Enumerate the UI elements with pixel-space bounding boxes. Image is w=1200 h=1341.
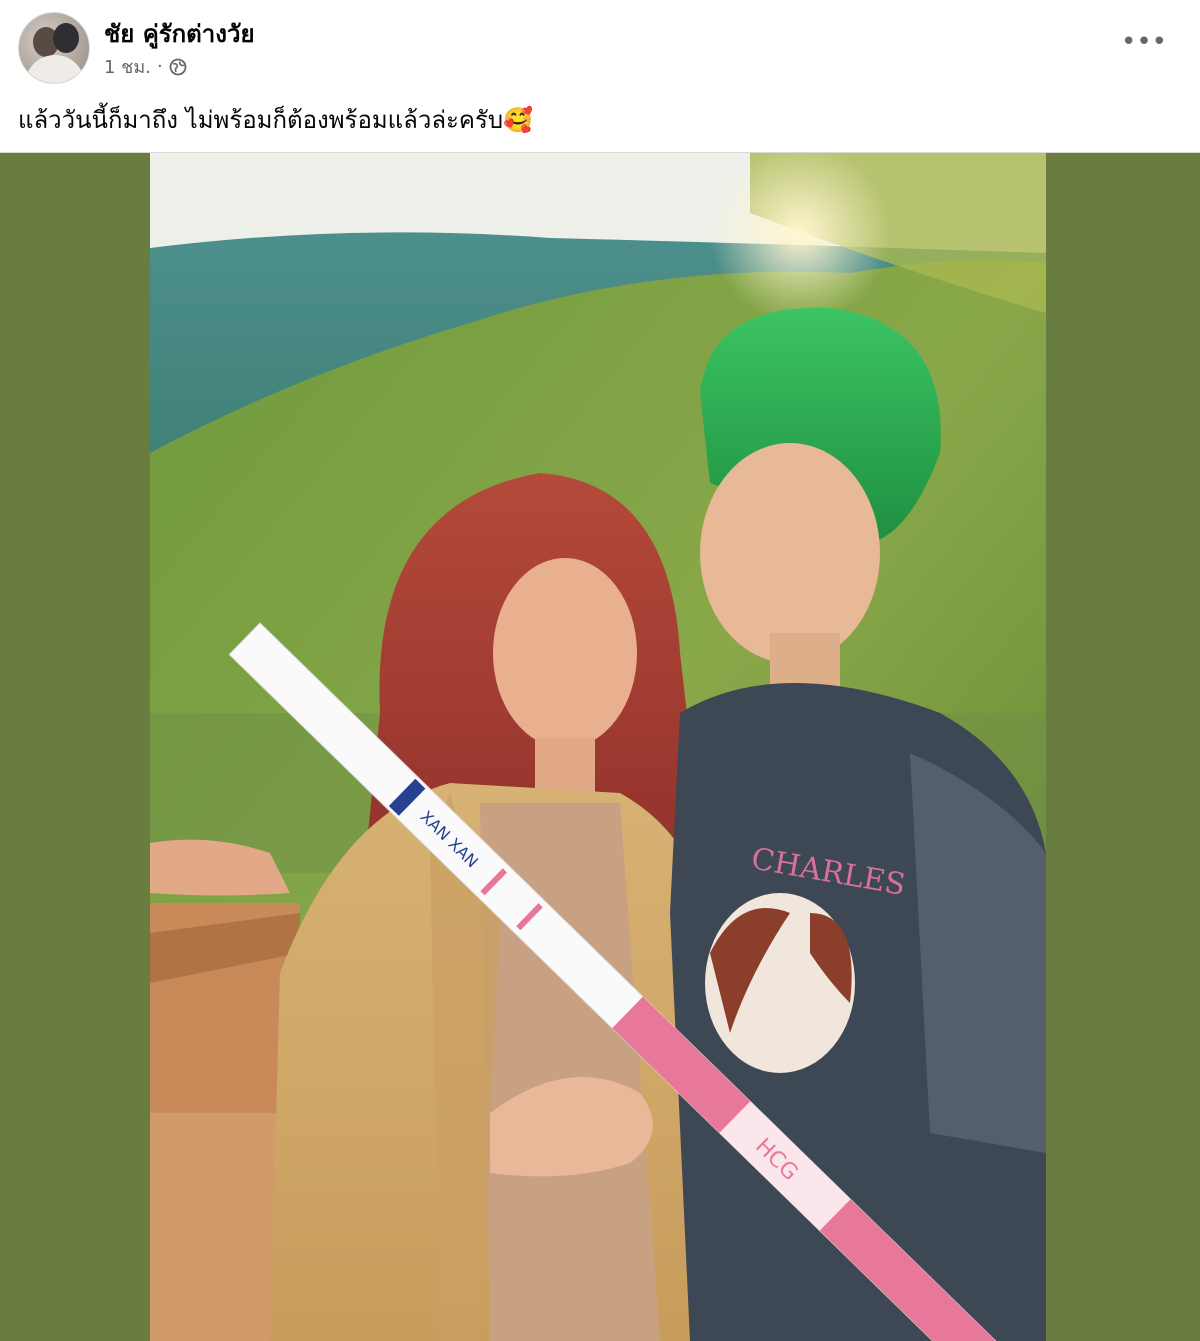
more-options-icon[interactable]: ••• [1121,26,1167,58]
post-timestamp[interactable]: 1 ชม. [104,52,151,81]
author-avatar[interactable] [18,12,90,84]
globe-icon[interactable] [169,58,187,76]
meta-separator: · [156,56,163,77]
post-photo[interactable]: CHARLES XAN XAN HCG [150,153,1046,1341]
post-media[interactable]: CHARLES XAN XAN HCG [0,153,1200,1341]
post-caption: แล้ววันนี้ก็มาถึง ไม่พร้อมก็ต้องพร้อมแล้… [18,106,533,134]
post-meta: 1 ชม. · [104,52,187,81]
author-name[interactable]: ชัย คู่รักต่างวัย [104,14,255,53]
post-header: ชัย คู่รักต่างวัย 1 ชม. · ••• แล้ววันนี้… [0,0,1200,152]
